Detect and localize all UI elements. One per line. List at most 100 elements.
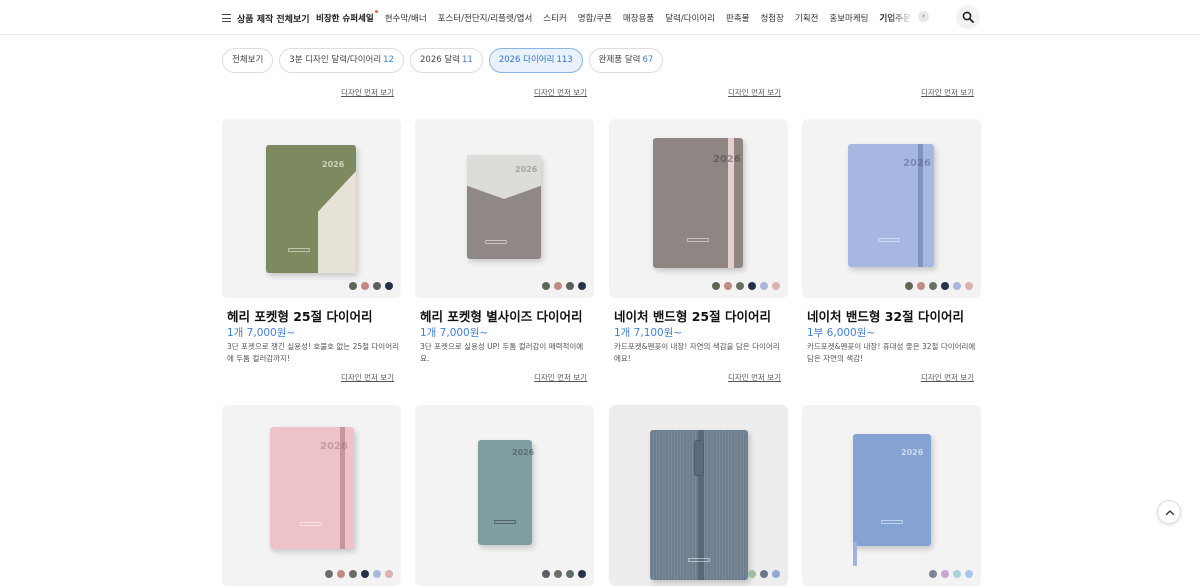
color-swatch[interactable]: [772, 282, 780, 290]
product-thumbnail[interactable]: [609, 405, 788, 586]
product-thumbnail[interactable]: 2026: [222, 119, 401, 298]
arrow-up-icon: [1165, 510, 1175, 516]
color-swatch[interactable]: [361, 282, 369, 290]
design-preview-link[interactable]: 디자인 먼저 보기: [728, 372, 781, 383]
nav-item[interactable]: 달력/다이어리: [665, 12, 715, 24]
filter-chip[interactable]: 전체보기: [222, 48, 274, 73]
color-swatch[interactable]: [724, 282, 732, 290]
color-swatch[interactable]: [941, 282, 949, 290]
product-name[interactable]: 네이처 밴드형 25절 다이어리: [614, 306, 771, 325]
nav-item[interactable]: 스티커: [543, 12, 566, 24]
nav-item[interactable]: 명함/쿠폰: [578, 12, 612, 24]
nav-item[interactable]: 현수막/배너: [385, 12, 427, 24]
color-swatch[interactable]: [953, 570, 961, 578]
book-year: 2026: [320, 441, 348, 452]
menu-fade: [882, 6, 922, 28]
diary-image: 2026: [478, 440, 535, 545]
color-swatch[interactable]: [337, 570, 345, 578]
design-preview-link[interactable]: 디자인 먼저 보기: [341, 87, 394, 98]
product-thumbnail[interactable]: 2026: [609, 119, 788, 298]
diary-image: 2026: [270, 427, 354, 549]
color-swatch[interactable]: [929, 282, 937, 290]
nav-item[interactable]: 홍보마케팅: [829, 12, 868, 24]
filter-chips: 전체보기 3분 디자인 달력/다이어리 12 2026 달력 11 2026 다이어리 11…: [222, 48, 664, 73]
product-name[interactable]: 헤리 포켓형 별사이즈 다이어리: [420, 306, 583, 325]
color-swatch[interactable]: [953, 282, 961, 290]
color-swatch[interactable]: [929, 570, 937, 578]
color-swatch[interactable]: [736, 282, 744, 290]
product-thumbnail[interactable]: 2026: [802, 119, 981, 298]
color-swatch[interactable]: [385, 570, 393, 578]
product-name[interactable]: 네이처 밴드형 32절 다이어리: [807, 306, 964, 325]
nav-item[interactable]: 매장용품: [623, 12, 654, 24]
scroll-to-top-button[interactable]: [1157, 500, 1181, 524]
color-swatch[interactable]: [760, 570, 768, 578]
product-price: 1부 6,000원~: [807, 327, 876, 339]
color-swatch[interactable]: [385, 282, 393, 290]
color-swatch[interactable]: [772, 570, 780, 578]
filter-chip-label: 전체보기: [232, 55, 264, 65]
filter-chip[interactable]: 3분 디자인 달력/다이어리 12: [279, 48, 404, 73]
all-categories-label: 상품 제작 전체보기: [237, 14, 310, 25]
filter-chip[interactable]: 2026 다이어리 113: [488, 48, 583, 73]
product-thumbnail[interactable]: 2026: [222, 405, 401, 586]
color-swatch[interactable]: [941, 570, 949, 578]
color-swatch[interactable]: [578, 570, 586, 578]
color-swatch[interactable]: [917, 282, 925, 290]
filter-chip-count: 113: [556, 55, 573, 65]
product-name[interactable]: 헤리 포켓형 25절 다이어리: [227, 306, 372, 325]
filter-chip-label: 2026 다이어리: [498, 55, 555, 65]
color-swatch[interactable]: [566, 282, 574, 290]
search-button[interactable]: [956, 5, 980, 29]
product-thumbnail[interactable]: 2026: [415, 405, 594, 586]
color-swatch[interactable]: [349, 282, 357, 290]
nav-item[interactable]: 청첩장: [760, 12, 783, 24]
color-swatch[interactable]: [554, 570, 562, 578]
color-swatch[interactable]: [748, 570, 756, 578]
color-swatch[interactable]: [542, 282, 550, 290]
nav-item[interactable]: 비장한 슈퍼세일: [316, 10, 378, 24]
design-preview-link[interactable]: 디자인 먼저 보기: [341, 372, 394, 383]
nav-item[interactable]: 기획전: [795, 12, 818, 24]
color-swatch[interactable]: [905, 282, 913, 290]
chevron-right-icon[interactable]: ›: [918, 11, 929, 22]
product-thumbnail[interactable]: 2026: [415, 119, 594, 298]
product-description: 카드포켓&펜꽂이 내장! 휴대성 좋은 32절 다이어리에 담은 자연의 색감!: [807, 342, 976, 363]
filter-chip[interactable]: 완제품 달력 67: [588, 48, 664, 73]
design-preview-link[interactable]: 디자인 먼저 보기: [534, 87, 587, 98]
color-swatch[interactable]: [542, 570, 550, 578]
color-swatch[interactable]: [748, 282, 756, 290]
color-swatch[interactable]: [373, 570, 381, 578]
color-swatch[interactable]: [554, 282, 562, 290]
book-year: 2026: [322, 160, 345, 169]
color-swatch[interactable]: [373, 282, 381, 290]
color-swatch[interactable]: [566, 570, 574, 578]
color-swatch[interactable]: [325, 570, 333, 578]
color-swatch[interactable]: [349, 570, 357, 578]
nav-item[interactable]: 포스터/전단지/리플렛/엽서: [438, 12, 533, 24]
color-swatch[interactable]: [712, 282, 720, 290]
filter-chip[interactable]: 2026 달력 11: [410, 48, 483, 73]
menu-icon: [222, 14, 231, 22]
filter-chip-count: 12: [383, 55, 394, 65]
color-swatch[interactable]: [361, 570, 369, 578]
book-year: 2026: [515, 165, 538, 174]
product-thumbnail[interactable]: 2026: [802, 405, 981, 586]
design-preview-link[interactable]: 디자인 먼저 보기: [534, 372, 587, 383]
diary-image: 2026: [848, 144, 934, 267]
book-year: 2026: [512, 448, 535, 457]
design-preview-link[interactable]: 디자인 먼저 보기: [728, 87, 781, 98]
color-swatch[interactable]: [965, 282, 973, 290]
nav-item[interactable]: 판촉물: [726, 12, 749, 24]
color-swatches: [542, 570, 586, 578]
color-swatch[interactable]: [965, 570, 973, 578]
color-swatch[interactable]: [760, 282, 768, 290]
product-description: 3단 포켓으로 실용성 UP! 두툼 컬러감이 매력적이에요.: [420, 342, 584, 363]
product-price: 1개 7,000원~: [227, 327, 296, 339]
color-swatch[interactable]: [578, 282, 586, 290]
product-description: 카드포켓&펜꽂이 내장! 자연의 색감을 담은 다이어리에요!: [614, 342, 780, 363]
design-preview-link[interactable]: 디자인 먼저 보기: [921, 87, 974, 98]
diary-image: 2026: [653, 138, 743, 268]
all-categories-button[interactable]: 상품 제작 전체보기: [222, 10, 310, 26]
design-preview-link[interactable]: 디자인 먼저 보기: [921, 372, 974, 383]
